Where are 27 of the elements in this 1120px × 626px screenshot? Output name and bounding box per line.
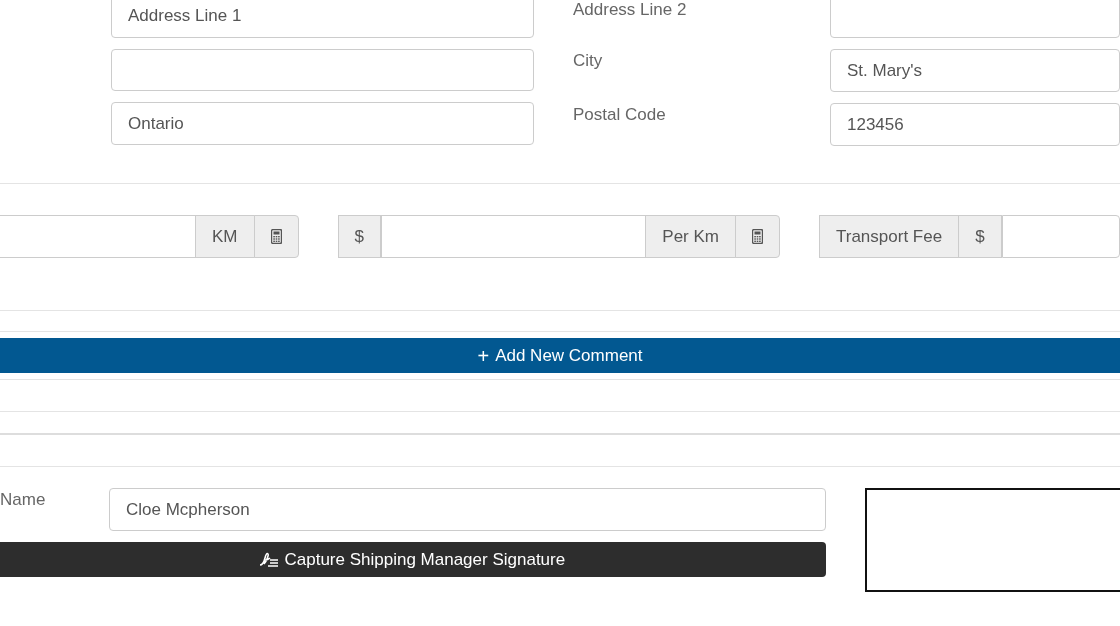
unit-label: $: [958, 215, 1002, 258]
input-field[interactable]: Ontario: [111, 102, 534, 145]
field-label: Name: [0, 490, 47, 510]
signature-icon: [258, 552, 279, 567]
calculator-icon: [752, 229, 763, 244]
field-label: City: [573, 50, 604, 72]
input-field[interactable]: Cloe Mcpherson: [109, 488, 826, 531]
signature-pad[interactable]: [864, 488, 1120, 592]
input-field[interactable]: Address Line 1: [111, 0, 534, 38]
input-field[interactable]: [830, 0, 1120, 38]
input-field[interactable]: [381, 215, 647, 258]
unit-label: Per Km: [645, 215, 736, 258]
unit-label: Transport Fee: [819, 215, 960, 258]
add-comment-button[interactable]: + Add New Comment: [0, 338, 1120, 373]
input-field[interactable]: St. Mary's: [830, 49, 1120, 92]
plus-icon: +: [477, 345, 490, 366]
input-field[interactable]: 123456: [830, 103, 1120, 146]
unit-label: $: [337, 215, 381, 258]
field-label: Address Line 2: [573, 0, 688, 21]
field-label: Postal Code: [573, 104, 667, 126]
capture-signature-button[interactable]: Capture Shipping Manager Signature: [0, 542, 826, 577]
unit-label: KM: [195, 215, 255, 258]
input-field[interactable]: [1001, 215, 1120, 258]
calculator-icon: [270, 229, 282, 244]
calculator-button[interactable]: [253, 215, 299, 258]
input-field[interactable]: [111, 48, 534, 92]
calculator-button[interactable]: [735, 215, 780, 258]
